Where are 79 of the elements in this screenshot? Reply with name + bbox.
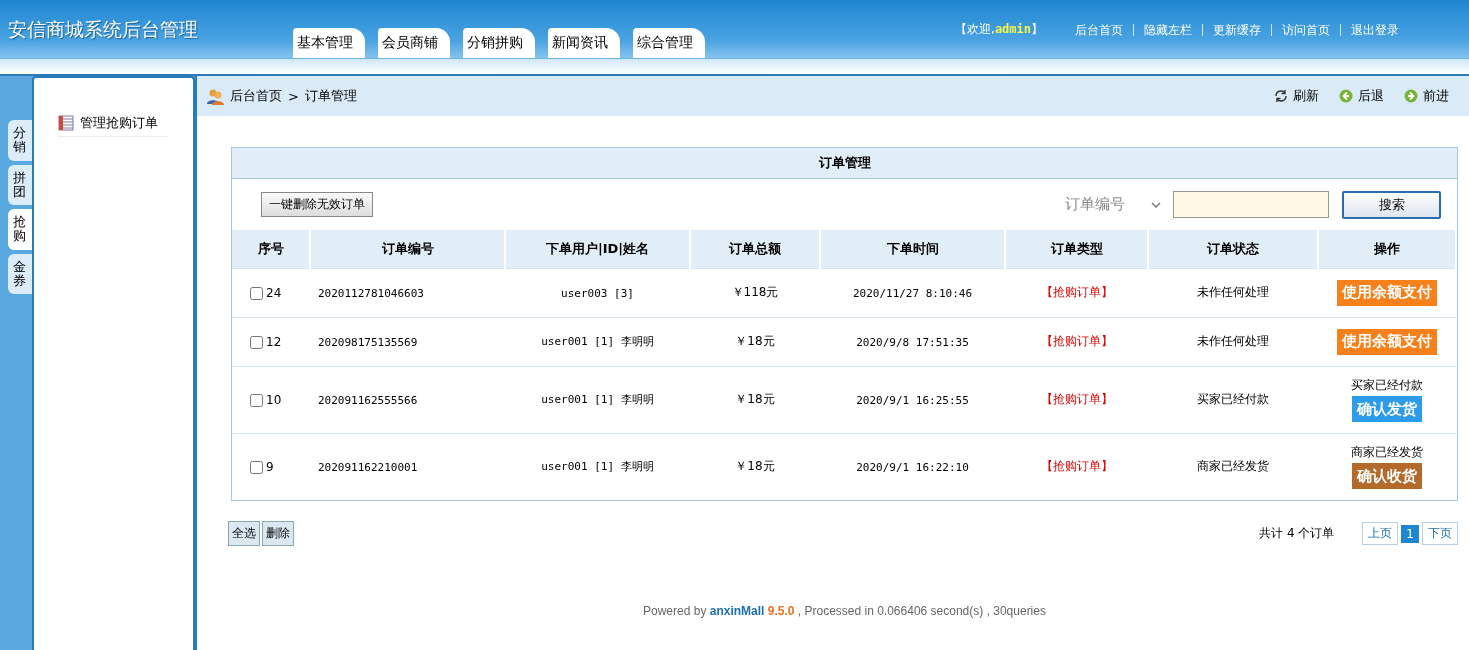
- column-header: 订单总额: [690, 230, 820, 268]
- row-checkbox[interactable]: [250, 393, 263, 407]
- order-user: user003 [3]: [561, 285, 634, 300]
- order-type: 【抢购订单】: [1040, 285, 1113, 299]
- order-type: 【抢购订单】: [1040, 459, 1113, 474]
- nav-tab[interactable]: 分销拼购: [463, 28, 535, 58]
- column-header: 操作: [1318, 230, 1456, 268]
- order-time: 2020/11/27 8:10:46: [852, 286, 973, 300]
- order-total: ￥118元: [731, 285, 779, 299]
- order-total: ￥18元: [735, 392, 775, 406]
- forward-link[interactable]: 前进: [1404, 87, 1449, 105]
- breadcrumb-link[interactable]: 后台首页: [230, 87, 282, 105]
- sidebar-item[interactable]: 管理抢购订单: [58, 114, 168, 137]
- order-type: 【抢购订单】: [1040, 392, 1113, 406]
- order-time: 2020/9/1 16:25:55: [856, 393, 969, 407]
- order-total: ￥18元: [735, 334, 775, 348]
- nav-tab[interactable]: 综合管理: [633, 28, 705, 58]
- bulk-action-button[interactable]: 删除: [262, 521, 294, 546]
- column-header: 序号: [232, 230, 310, 268]
- order-user: user001 [1] 李明明: [541, 334, 654, 348]
- row-number: 24: [266, 285, 282, 300]
- row-checkbox[interactable]: [250, 335, 263, 349]
- nav-tab[interactable]: 新闻资讯: [548, 28, 620, 58]
- side-tab[interactable]: 拼团: [8, 164, 32, 206]
- right-arrow-icon: [1404, 89, 1418, 103]
- column-header: 下单用户|ID|姓名: [505, 230, 690, 268]
- row-number: 9: [266, 459, 274, 474]
- search-field-select[interactable]: 订单编号: [1065, 195, 1161, 214]
- order-status: 未作任何处理: [1197, 285, 1269, 299]
- side-tab[interactable]: 金券: [8, 253, 32, 295]
- order-user: user001 [1] 李明明: [541, 459, 654, 474]
- panel-title: 订单管理: [232, 148, 1457, 179]
- delete-invalid-button[interactable]: 一键删除无效订单: [261, 192, 373, 217]
- nav-tab[interactable]: 会员商铺: [378, 28, 450, 58]
- search-button[interactable]: 搜索: [1342, 190, 1441, 219]
- nav-tab[interactable]: 基本管理: [293, 28, 365, 58]
- list-icon: [58, 115, 74, 131]
- back-link[interactable]: 后退: [1339, 87, 1384, 105]
- order-total: ￥18元: [735, 459, 775, 474]
- prev-page-link[interactable]: 上页: [1362, 522, 1399, 545]
- order-status: 买家已经付款: [1197, 392, 1269, 406]
- order-number: 202091162555566: [318, 393, 418, 407]
- row-checkbox[interactable]: [250, 286, 263, 300]
- next-page-link[interactable]: 下页: [1422, 522, 1458, 545]
- order-time: 2020/9/1 16:22:10: [856, 460, 969, 474]
- order-count: 共计 4 个订单: [1259, 525, 1335, 542]
- column-header: 订单状态: [1148, 230, 1318, 268]
- chevron-down-icon: [1151, 201, 1161, 208]
- order-number: 202098175135569: [318, 335, 418, 349]
- order-action-button[interactable]: 确认收货: [1352, 463, 1422, 490]
- row-number: 12: [266, 334, 282, 349]
- row-checkbox[interactable]: [250, 460, 263, 474]
- page-number[interactable]: 1: [1401, 524, 1419, 543]
- breadcrumb-link[interactable]: 订单管理: [304, 87, 357, 105]
- column-header: 下单时间: [820, 230, 1005, 268]
- welcome-text: 【欢迎,admin】: [955, 21, 1043, 38]
- column-header: 订单编号: [310, 230, 505, 268]
- action-note: 商家已经发货: [1350, 444, 1424, 462]
- action-note: 买家已经付款: [1350, 377, 1424, 394]
- refresh-link[interactable]: 刷新: [1274, 87, 1319, 105]
- row-number: 10: [266, 392, 282, 407]
- order-user: user001 [1] 李明明: [541, 392, 654, 406]
- side-tab[interactable]: 抢购: [8, 209, 32, 250]
- order-number: 202091162210001: [318, 460, 418, 474]
- left-arrow-icon: [1339, 89, 1353, 103]
- breadcrumb-separator: >: [288, 88, 299, 104]
- footer-text: Powered by anxinMall 9.5.0 , Processed in 0.066406 second(s) , 30queries: [643, 604, 1046, 618]
- column-header: 订单类型: [1005, 230, 1148, 268]
- side-tab[interactable]: 分销: [8, 120, 32, 161]
- order-status: 商家已经发货: [1197, 459, 1269, 474]
- app-title: 安信商城系统后台管理: [8, 17, 199, 42]
- users-icon: [207, 87, 224, 105]
- refresh-icon: [1274, 89, 1288, 103]
- search-input[interactable]: [1173, 191, 1329, 218]
- bulk-action-button[interactable]: 全选: [228, 521, 260, 546]
- order-number: 2020112781046603: [318, 286, 424, 300]
- order-time: 2020/9/8 17:51:35: [856, 335, 969, 349]
- order-type: 【抢购订单】: [1040, 334, 1113, 348]
- order-status: 未作任何处理: [1197, 334, 1269, 348]
